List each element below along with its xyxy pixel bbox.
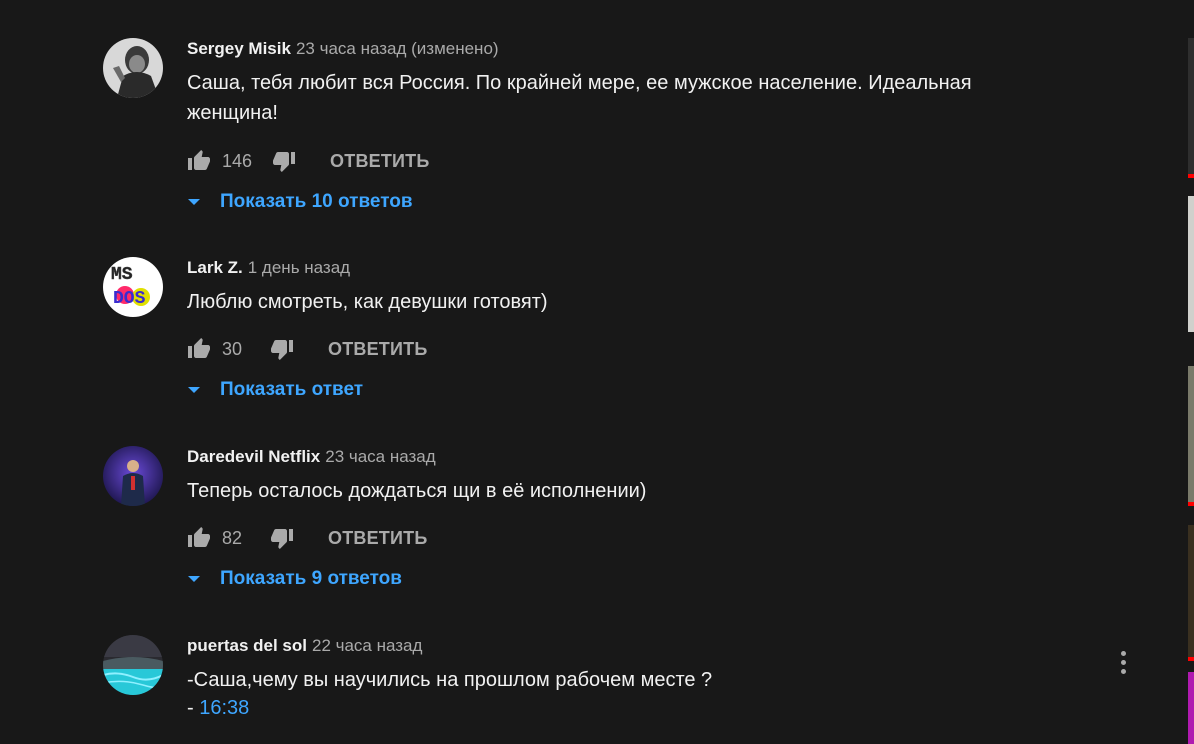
progress-bar — [1188, 502, 1194, 506]
author-name[interactable]: Sergey Misik — [187, 39, 291, 58]
comment-text: Саша, тебя любит вся Россия. По крайней … — [187, 72, 972, 124]
like-icon[interactable] — [187, 337, 211, 361]
reply-button[interactable]: ОТВЕТИТЬ — [328, 528, 427, 549]
timestamp-link[interactable]: 16:38 — [199, 697, 249, 719]
like-count: 82 — [222, 527, 243, 548]
chevron-down-icon — [188, 199, 200, 205]
line-prefix: - — [187, 697, 200, 719]
like-count: 146 — [222, 150, 253, 171]
comment-line: -Саша,чему вы научились на прошлом рабоч… — [187, 669, 713, 691]
avatar[interactable] — [103, 446, 163, 506]
svg-text:MS: MS — [111, 265, 133, 285]
author-name[interactable]: puertas del sol — [187, 636, 307, 655]
comment-text: -Саша,чему вы научились на прошлом рабоч… — [187, 665, 1047, 723]
author-name[interactable]: Lark Z. — [187, 258, 243, 277]
show-replies-label: Показать ответ — [220, 379, 364, 400]
progress-bar — [1188, 174, 1194, 178]
comment-actions: 82 ОТВЕТИТЬ — [187, 524, 427, 552]
sidebar-thumbnail-edge[interactable] — [1188, 196, 1194, 332]
comment-line: - 16:38 — [187, 693, 1047, 723]
comment-time[interactable]: 23 часа назад — [325, 447, 435, 466]
reply-button[interactable]: ОТВЕТИТЬ — [328, 339, 427, 360]
comment-text: Люблю смотреть, как девушки готовят) — [187, 291, 548, 313]
sidebar-thumbnail-edge[interactable] — [1188, 38, 1194, 174]
comment-header: puertas del sol 22 часа назад — [187, 635, 422, 657]
comment-time[interactable]: 22 часа назад — [312, 636, 422, 655]
comment-text: Теперь осталось дождаться щи в её исполн… — [187, 480, 647, 502]
comment-actions: 30 ОТВЕТИТЬ — [187, 335, 427, 363]
avatar[interactable]: MS DOS — [103, 257, 163, 317]
sidebar-thumbnail-edge[interactable] — [1188, 525, 1194, 661]
sidebar-thumbnail-edge[interactable] — [1188, 366, 1194, 502]
like-icon[interactable] — [187, 149, 211, 173]
like-icon[interactable] — [187, 526, 211, 550]
dislike-icon[interactable] — [270, 526, 294, 550]
avatar[interactable] — [103, 635, 163, 695]
like-count: 30 — [222, 338, 243, 359]
comment-header: Lark Z. 1 день назад — [187, 257, 350, 279]
comment-time[interactable]: 23 часа назад (изменено) — [296, 39, 499, 58]
comment-time[interactable]: 1 день назад — [248, 258, 350, 277]
avatar[interactable] — [103, 38, 163, 98]
dislike-icon[interactable] — [272, 149, 296, 173]
chevron-down-icon — [188, 576, 200, 582]
reply-button[interactable]: ОТВЕТИТЬ — [330, 151, 429, 172]
more-vert-icon[interactable] — [1117, 651, 1129, 679]
progress-bar — [1188, 657, 1194, 661]
show-replies-button[interactable]: Показать ответ — [187, 377, 363, 403]
show-replies-button[interactable]: Показать 10 ответов — [187, 189, 413, 215]
chevron-down-icon — [188, 387, 200, 393]
show-replies-label: Показать 9 ответов — [220, 568, 402, 589]
author-name[interactable]: Daredevil Netflix — [187, 447, 320, 466]
show-replies-label: Показать 10 ответов — [220, 191, 413, 212]
svg-text:DOS: DOS — [113, 289, 146, 309]
comment-header: Sergey Misik 23 часа назад (изменено) — [187, 38, 499, 60]
show-replies-button[interactable]: Показать 9 ответов — [187, 566, 402, 592]
comment-header: Daredevil Netflix 23 часа назад — [187, 446, 436, 468]
dislike-icon[interactable] — [270, 337, 294, 361]
sidebar-thumbnail-edge[interactable] — [1188, 672, 1194, 744]
comment-actions: 146 ОТВЕТИТЬ — [187, 147, 430, 175]
